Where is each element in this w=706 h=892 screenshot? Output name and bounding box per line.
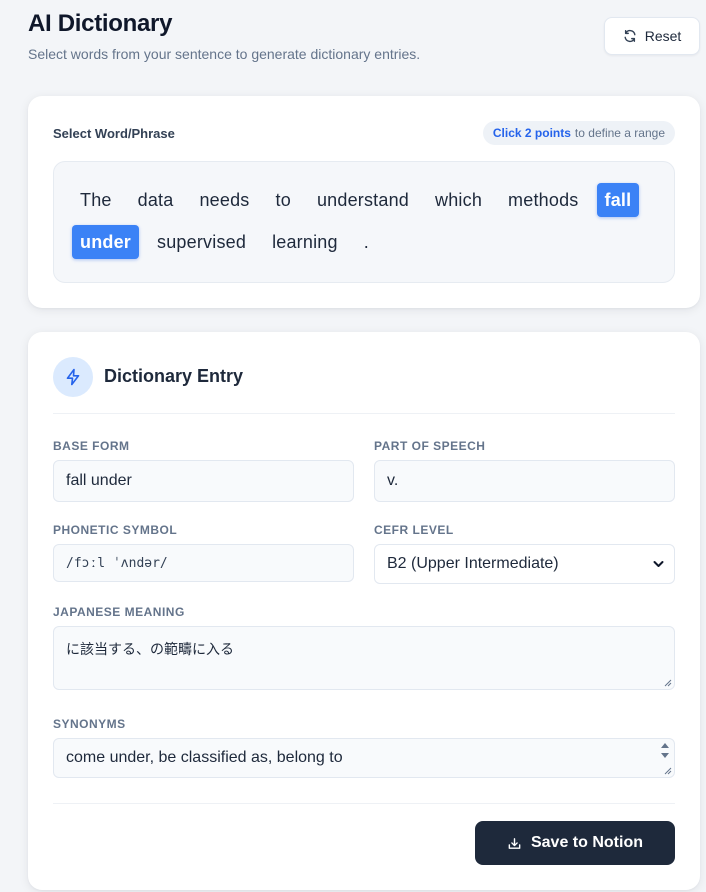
word-token[interactable]: .: [356, 225, 377, 259]
entry-title: Dictionary Entry: [104, 366, 244, 386]
word-token[interactable]: data: [130, 183, 182, 217]
word-token[interactable]: supervised: [149, 225, 254, 259]
dictionary-entry-card: Dictionary Entry BASE FORM fall under PA…: [28, 332, 700, 890]
lightning-icon: [53, 357, 93, 397]
cefr-level-select[interactable]: B2 (Upper Intermediate): [374, 544, 675, 584]
word-token-selected[interactable]: fall: [596, 183, 640, 217]
sentence-token-area: The data needs to understand which metho…: [53, 161, 675, 283]
divider: [53, 413, 675, 414]
reset-button[interactable]: Reset: [604, 17, 700, 55]
select-word-card: Select Word/Phrase Click 2 points to def…: [28, 96, 700, 308]
synonyms-value: come under, be classified as, belong to: [66, 749, 343, 766]
phonetic-symbol-label: PHONETIC SYMBOL: [53, 523, 178, 537]
base-form-input[interactable]: fall under: [53, 460, 354, 502]
word-token[interactable]: methods: [500, 183, 586, 217]
page-subtitle: Select words from your sentence to gener…: [28, 46, 421, 62]
save-label: Save to Notion: [530, 834, 643, 851]
word-token[interactable]: understand: [309, 183, 417, 217]
word-token[interactable]: The: [72, 183, 120, 217]
page-title: AI Dictionary: [28, 10, 173, 37]
word-token-selected[interactable]: under: [72, 225, 140, 259]
refresh-icon: [624, 29, 636, 43]
synonyms-label: SYNONYMS: [53, 717, 126, 731]
base-form-label: BASE FORM: [53, 439, 130, 453]
resize-handle-icon[interactable]: [664, 767, 672, 775]
word-token[interactable]: needs: [191, 183, 257, 217]
select-word-label: Select Word/Phrase: [53, 126, 175, 141]
japanese-meaning-value: に該当する、の範疇に入る: [66, 641, 234, 657]
japanese-meaning-label: JAPANESE MEANING: [53, 605, 185, 619]
part-of-speech-label: PART OF SPEECH: [374, 439, 486, 453]
resize-handle-icon[interactable]: [664, 679, 672, 687]
cefr-level-label: CEFR LEVEL: [374, 523, 454, 537]
word-token[interactable]: to: [268, 183, 299, 217]
divider: [53, 803, 675, 804]
hint-text: to define a range: [574, 126, 665, 140]
range-hint-badge: Click 2 points to define a range: [482, 121, 675, 145]
japanese-meaning-textarea[interactable]: に該当する、の範疇に入る: [53, 626, 675, 690]
chevron-down-icon: [653, 561, 664, 567]
synonyms-textarea[interactable]: come under, be classified as, belong to: [53, 738, 675, 778]
part-of-speech-input[interactable]: v.: [374, 460, 675, 502]
phonetic-symbol-input[interactable]: /fɔːl ˈʌndər/: [53, 544, 354, 582]
reset-label: Reset: [644, 28, 682, 44]
save-to-notion-button[interactable]: Save to Notion: [475, 821, 675, 865]
word-token[interactable]: which: [427, 183, 490, 217]
arrow-down-icon[interactable]: [660, 752, 670, 759]
arrow-up-icon[interactable]: [660, 742, 670, 749]
download-icon: [508, 837, 521, 849]
word-token[interactable]: learning: [264, 225, 346, 259]
hint-highlight: Click 2 points: [492, 126, 571, 140]
cefr-level-value: B2 (Upper Intermediate): [387, 555, 559, 572]
